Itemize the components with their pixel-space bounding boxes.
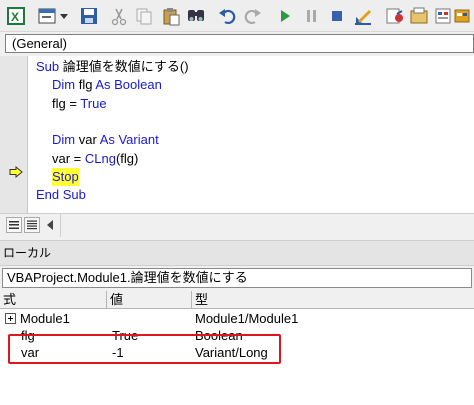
break-icon[interactable] <box>301 5 323 27</box>
code-text: var = <box>52 150 85 166</box>
code-keyword: As Variant <box>99 132 159 148</box>
view-excel-icon[interactable]: X <box>5 5 27 27</box>
scroll-left-icon <box>47 220 53 230</box>
code-keyword: As Boolean <box>95 77 162 93</box>
paste-icon[interactable] <box>160 5 182 27</box>
expand-icon[interactable] <box>5 313 16 324</box>
code-keyword: CLng <box>84 150 116 166</box>
full-module-view-button[interactable] <box>24 217 40 233</box>
divider <box>60 214 61 237</box>
code-keyword: True <box>80 95 107 111</box>
column-header-type[interactable]: 型 <box>192 291 474 309</box>
undo-icon[interactable] <box>216 5 238 27</box>
insert-dropdown-icon[interactable] <box>58 5 70 27</box>
code-line[interactable]: Dim flg As Boolean <box>52 76 162 94</box>
copy-icon[interactable] <box>133 5 155 27</box>
save-icon[interactable] <box>78 5 100 27</box>
code-text: flg = <box>52 95 81 111</box>
locals-context: VBAProject.Module1.論理値を数値にする <box>2 268 472 288</box>
code-line[interactable]: Dim var As Variant <box>52 131 159 149</box>
scroll-left-button[interactable] <box>44 217 56 233</box>
object-browser-icon[interactable] <box>432 5 454 27</box>
code-keyword: Sub <box>36 59 63 74</box>
editor-bottom-bar <box>0 213 474 237</box>
code-line[interactable]: Stop <box>52 167 79 186</box>
code-line[interactable]: flg = True <box>52 95 107 113</box>
code-pane[interactable]: Sub 論理値を数値にする() Dim flg As Boolean flg = T… <box>28 56 474 213</box>
insert-module-icon[interactable] <box>36 5 58 27</box>
code-line[interactable]: Sub 論理値を数値にする() <box>36 58 189 76</box>
margin-indicator-bar[interactable] <box>0 56 28 213</box>
locals-window-title: ローカル <box>0 240 474 266</box>
procedure-view-button[interactable] <box>6 217 22 233</box>
vbe-window: X (General) Sub 論理値を数値にする() Dim flg As B… <box>0 0 474 405</box>
standard-toolbar: X <box>0 0 474 32</box>
table-row[interactable]: Module1 Module1/Module1 <box>0 310 474 327</box>
code-keyword: Dim <box>52 77 79 93</box>
locals-grid-header: 式 値 型 <box>0 291 474 309</box>
project-explorer-icon[interactable] <box>384 5 406 27</box>
properties-window-icon[interactable] <box>408 5 430 27</box>
highlight-annotation <box>8 334 281 364</box>
code-keyword: End Sub <box>36 187 86 203</box>
redo-icon[interactable] <box>242 5 264 27</box>
row-expression: Module1 <box>20 311 70 326</box>
run-icon[interactable] <box>274 5 296 27</box>
column-header-expression[interactable]: 式 <box>0 291 107 309</box>
toolbox-icon[interactable] <box>452 5 472 27</box>
code-area: Sub 論理値を数値にする() Dim flg As Boolean flg = T… <box>0 56 474 213</box>
code-text: (flg) <box>115 150 139 166</box>
row-type: Module1/Module1 <box>195 311 299 326</box>
code-text: var <box>78 132 100 148</box>
find-icon[interactable] <box>185 5 207 27</box>
code-window: (General) Sub 論理値を数値にする() Dim flg As Bool… <box>0 32 474 240</box>
code-line[interactable]: var = CLng(flg) <box>52 150 138 168</box>
column-header-value[interactable]: 値 <box>107 291 192 309</box>
code-text: 論理値を数値にする() <box>62 59 189 74</box>
arrow-icon <box>9 166 23 178</box>
svg-text:X: X <box>11 10 19 24</box>
procedure-view-icon <box>9 221 19 229</box>
code-keyword: Dim <box>52 132 79 148</box>
object-combo[interactable]: (General) <box>5 34 474 53</box>
design-mode-icon[interactable] <box>352 5 374 27</box>
code-text: flg <box>78 77 96 93</box>
full-module-view-icon <box>27 220 37 230</box>
cut-icon[interactable] <box>108 5 130 27</box>
reset-icon[interactable] <box>326 5 348 27</box>
code-keyword: Stop <box>52 168 79 184</box>
code-line[interactable]: End Sub <box>36 186 86 204</box>
